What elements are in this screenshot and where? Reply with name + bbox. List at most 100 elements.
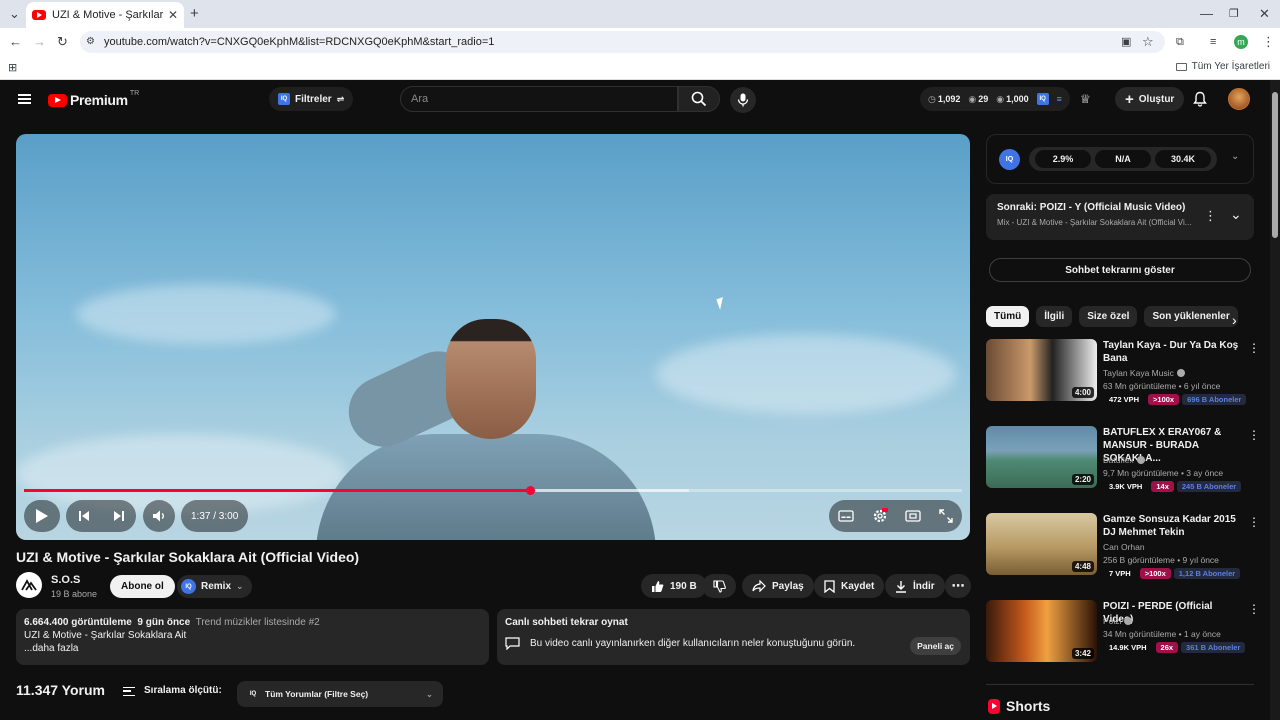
save-button[interactable]: Kaydet [814, 574, 885, 598]
chip-related[interactable]: İlgili [1036, 306, 1073, 327]
country-code: TR [129, 89, 140, 97]
next-icon[interactable] [113, 510, 125, 522]
close-window-icon[interactable]: ✕ [1259, 7, 1270, 21]
recommendation-item[interactable]: 2:20 BATUFLEX X ERAY067 & MANSUR - BURAD… [986, 426, 1266, 496]
description-text: UZI & Motive - Şarkılar Sokaklara Ait [24, 630, 187, 641]
browser-tab[interactable]: UZI & Motive - Şarkılar Sokakla ✕ [26, 2, 184, 28]
subtitles-icon[interactable] [838, 510, 854, 522]
video-thumbnail[interactable]: 3:42 [986, 600, 1097, 662]
play-button[interactable] [24, 500, 60, 532]
comments-filter-select[interactable]: IQ Tüm Yorumlar (Filtre Seç) ⌄ [237, 681, 443, 707]
trophy-icon[interactable]: ♕ [1080, 92, 1091, 106]
share-button[interactable]: Paylaş [742, 574, 814, 598]
progress-scrubber[interactable] [525, 486, 535, 495]
sort-icon[interactable] [123, 687, 135, 696]
chevron-down-icon[interactable]: ⌄ [1231, 151, 1239, 162]
tab-search-icon[interactable]: ⌄ [9, 7, 20, 21]
more-actions-icon[interactable]: ⋯ [945, 574, 971, 598]
create-button[interactable]: + Oluştur [1115, 87, 1185, 111]
apps-grid-icon[interactable]: ⊞ [8, 61, 17, 75]
sort-label[interactable]: Sıralama ölçütü: [144, 685, 222, 696]
chevron-down-icon[interactable]: ⌄ [1230, 206, 1242, 223]
video-cloud [16, 434, 346, 514]
chevron-right-icon[interactable]: › [1232, 312, 1237, 328]
site-info-icon[interactable]: ⚙ [86, 35, 95, 49]
description-box[interactable]: 6.664.400 görüntüleme 9 gün önce Trend m… [16, 609, 489, 665]
clock-icon: ◷ [928, 93, 936, 104]
recommendation-channel: Batuflex [1103, 455, 1145, 465]
fullscreen-icon[interactable] [939, 509, 953, 523]
previous-icon[interactable] [78, 510, 90, 522]
recommendation-item[interactable]: 3:42 POIZI - PERDE (Official Video) Poiz… [986, 600, 1266, 670]
kebab-icon[interactable]: ⋮ [1248, 428, 1260, 442]
trend-rank: Trend müzikler listesinde #2 [195, 617, 320, 628]
profile-avatar[interactable]: m [1234, 35, 1248, 49]
all-bookmarks[interactable]: Tüm Yer İşaretleri [1175, 61, 1270, 72]
kebab-icon[interactable]: ⋮ [1248, 602, 1260, 616]
channel-text: Batuflex [1103, 455, 1134, 465]
shorts-header[interactable]: Shorts [988, 698, 1050, 714]
show-more-link[interactable]: ...daha fazla [24, 642, 481, 655]
scrollbar-thumb[interactable] [1272, 92, 1278, 238]
address-bar[interactable]: youtube.com/watch?v=CNXGQ0eKphM&list=RDC… [80, 31, 1165, 53]
channel-avatar[interactable] [16, 572, 42, 598]
open-panel-button[interactable]: Paneli aç [910, 637, 961, 655]
remix-button[interactable]: IQ Remix ⌄ [177, 575, 252, 598]
dislike-button[interactable] [702, 574, 736, 598]
search-input[interactable]: Ara [400, 86, 678, 112]
verified-icon [1124, 617, 1133, 625]
cast-icon[interactable]: ▣ [1121, 35, 1131, 49]
chip-all[interactable]: Tümü [986, 306, 1030, 327]
media-icon[interactable]: ≡ [1210, 35, 1216, 49]
miniplayer-icon[interactable] [905, 510, 922, 522]
ratio-badge: 26x [1155, 642, 1179, 653]
settings-gear-icon[interactable] [872, 508, 888, 524]
iq-badges: 472 VPH >100x 696 B Aboneler [1103, 394, 1247, 405]
extensions-icon[interactable]: ⧉ [1176, 35, 1184, 49]
iq-stat-chip[interactable]: 30.4K [1155, 150, 1211, 168]
new-tab-icon[interactable]: + [190, 6, 199, 21]
volume-button[interactable] [143, 500, 175, 532]
video-thumbnail[interactable]: 2:20 [986, 426, 1097, 488]
like-button[interactable]: 190 B [651, 580, 697, 593]
up-next-box[interactable]: Sonraki: POIZI - Y (Official Music Video… [986, 194, 1254, 240]
minimize-icon[interactable]: — [1200, 7, 1213, 21]
user-avatar[interactable] [1228, 88, 1250, 110]
bookmark-star-icon[interactable]: ☆ [1142, 35, 1154, 49]
recommendation-item[interactable]: 4:48 Gamze Sonsuza Kadar 2015 DJ Mehmet … [986, 513, 1266, 583]
kebab-icon[interactable]: ⋮ [1248, 515, 1260, 529]
recommendation-item[interactable]: 4:00 Taylan Kaya - Dur Ya Da Koş Bana Ta… [986, 339, 1266, 409]
recommendation-channel: Poizi [1103, 616, 1133, 626]
iq-stats-pill[interactable]: ◷ 1,092 ◉ 29 ◉ 1,000 IQ ≡ [920, 87, 1070, 111]
search-button[interactable] [678, 86, 720, 112]
download-button[interactable]: İndir [885, 574, 945, 598]
iq-stat-chip[interactable]: 2.9% [1035, 150, 1091, 168]
iq-stat-chips: 2.9% N/A 30.4K [1029, 147, 1217, 171]
chip-for-you[interactable]: Size özel [1079, 306, 1138, 327]
kebab-icon[interactable]: ⋮ [1248, 341, 1260, 355]
sliders-icon: ⇌ [336, 93, 345, 104]
youtube-logo[interactable]: Premium TR [48, 89, 140, 108]
forward-icon[interactable]: → [33, 35, 46, 49]
filters-button[interactable]: IQ Filtreler ⇌ [269, 87, 354, 111]
menu-kebab-icon[interactable]: ⋮ [1262, 35, 1275, 49]
back-icon[interactable]: ← [9, 35, 22, 49]
voice-search-button[interactable] [730, 87, 756, 113]
subscribe-button[interactable]: Abone ol [110, 575, 175, 598]
chip-recent[interactable]: Son yüklenenler [1144, 306, 1238, 327]
close-tab-icon[interactable]: ✕ [168, 8, 178, 22]
show-chat-replay-button[interactable]: Sohbet tekrarını göster [989, 258, 1251, 282]
video-thumbnail[interactable]: 4:00 [986, 339, 1097, 401]
kebab-icon[interactable]: ⋮ [1204, 208, 1217, 224]
video-thumbnail[interactable]: 4:48 [986, 513, 1097, 575]
prev-next-group [66, 500, 136, 532]
reload-icon[interactable]: ↻ [57, 35, 68, 49]
restore-icon[interactable]: ❐ [1229, 7, 1239, 21]
iq-icon: IQ [999, 149, 1020, 170]
video-player[interactable] [16, 134, 970, 540]
channel-name[interactable]: S.O.S [51, 574, 80, 586]
notifications-bell-icon[interactable] [1192, 91, 1208, 107]
download-label: İndir [913, 580, 935, 592]
iq-stat-chip[interactable]: N/A [1095, 150, 1151, 168]
hamburger-menu-icon[interactable] [18, 94, 31, 104]
